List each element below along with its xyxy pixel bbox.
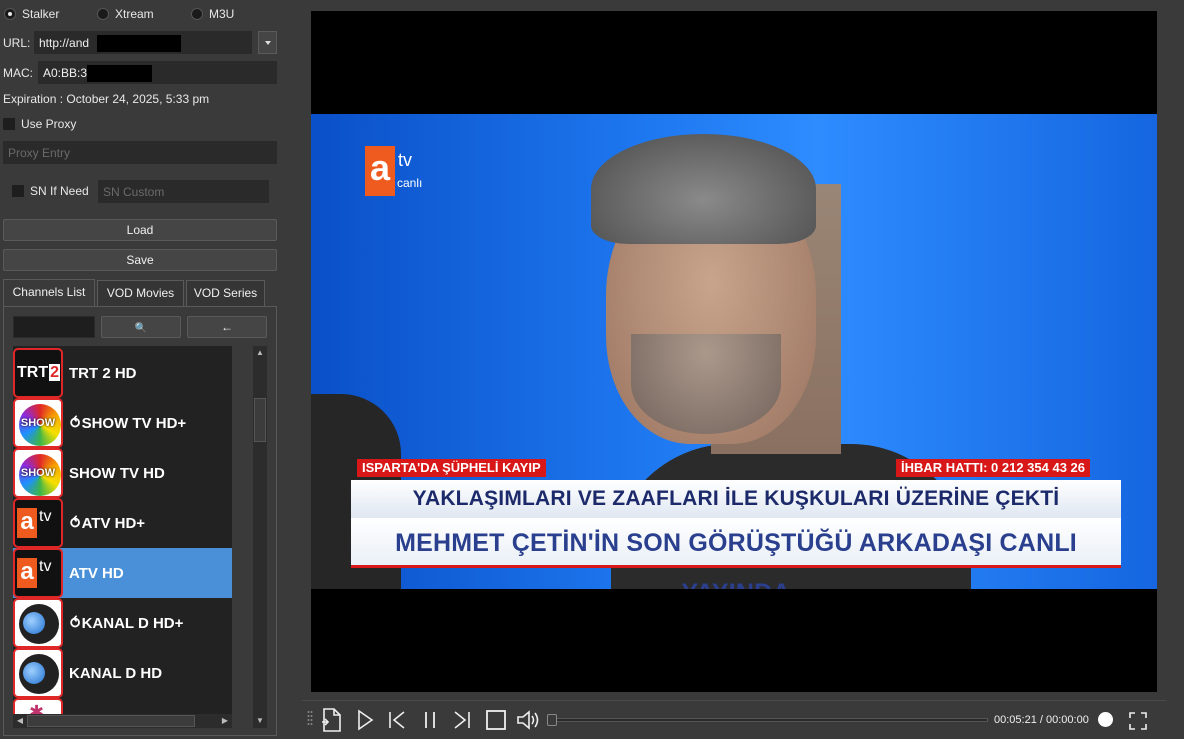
expiration-text: Expiration : October 24, 2025, 5:33 pm (3, 92, 210, 106)
show-logo-icon: SHOW (13, 448, 63, 498)
channel-name: ⥀SHOW TV HD+ (69, 415, 187, 432)
tab-channels-list[interactable]: Channels List (3, 279, 95, 307)
list-item[interactable]: ⥀KANAL D HD+ (13, 598, 232, 648)
channel-search-input[interactable] (13, 316, 95, 338)
radio-dot (97, 8, 109, 20)
list-item[interactable]: TRT 2 TRT 2 HD (13, 348, 232, 398)
star-logo-icon: ✱ (13, 698, 63, 714)
proxy-entry-input[interactable]: Proxy Entry (3, 141, 277, 164)
url-input[interactable]: http://and (34, 31, 252, 54)
headline-bottom-text: MEHMET ÇETİN'İN SON GÖRÜŞTÜĞÜ ARKADAŞI C… (395, 529, 1077, 589)
time-display: 00:05:21 / 00:00:00 (994, 714, 1089, 726)
chevron-down-icon (264, 41, 271, 45)
channel-name: KANAL D HD (69, 664, 163, 682)
channel-name: ⥀ATV HD+ (69, 515, 146, 532)
sn-if-need-checkbox[interactable]: SN If Need (12, 184, 89, 198)
channel-name: ⥀KANAL D HD+ (69, 615, 184, 632)
scroll-up-icon[interactable]: ▲ (253, 346, 267, 360)
scroll-left-icon[interactable]: ◀ (13, 714, 27, 728)
list-item[interactable]: SHOW ⥀SHOW TV HD+ (13, 398, 232, 448)
open-file-icon[interactable] (320, 706, 344, 734)
headline-top-band: YAKLAŞIMLARI VE ZAAFLARI İLE KUŞKULARI Ü… (351, 480, 1121, 518)
scroll-down-icon[interactable]: ▼ (253, 714, 267, 728)
scrollbar-thumb[interactable] (254, 398, 266, 442)
tab-vod-series[interactable]: VOD Series (186, 280, 265, 306)
ticker-left-label: ISPARTA'DA ŞÜPHELİ KAYIP (357, 459, 546, 477)
redaction-bar (87, 65, 152, 82)
presenter-figure (591, 134, 816, 244)
sn-placeholder: SN Custom (103, 185, 165, 199)
sn-if-need-label: SN If Need (30, 184, 89, 198)
presenter-figure (631, 334, 781, 434)
atv-logo-icon: a tv (13, 548, 63, 598)
atv-bug-live: canlı (397, 176, 423, 190)
play-icon[interactable] (354, 706, 376, 734)
list-item[interactable]: ✱ (13, 698, 232, 714)
atv-logo-icon: a tv (13, 498, 63, 548)
list-item-selected[interactable]: a tv ATV HD (13, 548, 232, 598)
show-logo-icon: SHOW (13, 398, 63, 448)
headline-top-text: YAKLAŞIMLARI VE ZAAFLARI İLE KUŞKULARI Ü… (412, 487, 1060, 510)
channel-list-horizontal-scrollbar[interactable]: ◀ ▶ (13, 714, 232, 728)
fullscreen-icon[interactable] (1127, 710, 1149, 732)
video-frame: a tv canlı ISPARTA'DA ŞÜPHELİ KAYIP İHBA… (311, 114, 1157, 589)
seek-handle[interactable] (547, 714, 557, 726)
trt2-logo-icon: TRT 2 (13, 348, 63, 398)
ticker-right-label: İHBAR HATTI: 0 212 354 43 26 (896, 459, 1090, 477)
checkbox-box (3, 118, 15, 130)
url-value: http://and (39, 36, 90, 50)
tab-vod-movies[interactable]: VOD Movies (97, 280, 184, 306)
stop-icon[interactable] (484, 706, 508, 734)
channel-list[interactable]: TRT 2 TRT 2 HD SHOW ⥀SHOW TV HD+ SHOW SHO… (13, 346, 232, 714)
kanald-logo-icon (13, 598, 63, 648)
channel-list-vertical-scrollbar[interactable]: ▲ ▼ (253, 346, 267, 728)
atv-bug-tv: tv (398, 150, 413, 170)
radio-dot (4, 8, 16, 20)
scroll-right-icon[interactable]: ▶ (218, 714, 232, 728)
list-item[interactable]: KANAL D HD (13, 648, 232, 698)
grip-icon (307, 710, 313, 728)
back-arrow-icon: ← (221, 320, 233, 334)
search-button[interactable]: 🔍 (101, 316, 181, 338)
use-proxy-label: Use Proxy (21, 117, 77, 131)
back-button[interactable]: ← (187, 316, 267, 338)
mac-value: A0:BB:3l (43, 66, 90, 80)
seek-slider[interactable] (547, 714, 988, 726)
radio-stalker[interactable]: Stalker (4, 7, 59, 21)
list-item[interactable]: a tv ⥀ATV HD+ (13, 498, 232, 548)
use-proxy-checkbox[interactable]: Use Proxy (3, 117, 76, 131)
mac-input[interactable]: A0:BB:3l (38, 61, 277, 84)
radio-xtream[interactable]: Xtream (97, 7, 154, 21)
radio-m3u[interactable]: M3U (191, 7, 234, 21)
radio-dot (191, 8, 203, 20)
video-player[interactable]: a tv canlı ISPARTA'DA ŞÜPHELİ KAYIP İHBA… (311, 11, 1157, 692)
next-icon[interactable] (451, 706, 473, 734)
save-button[interactable]: Save (3, 249, 277, 271)
radio-label: Stalker (22, 7, 60, 21)
pause-icon[interactable] (419, 706, 441, 734)
channel-name: SHOW TV HD (69, 464, 165, 482)
checkbox-box (12, 185, 24, 197)
url-dropdown-button[interactable] (258, 31, 277, 54)
volume-icon[interactable] (515, 706, 543, 734)
redaction-bar (97, 35, 181, 52)
list-item[interactable]: SHOW SHOW TV HD (13, 448, 232, 498)
scrollbar-thumb[interactable] (27, 715, 195, 727)
channel-name: ATV HD (69, 564, 124, 582)
atv-bug-letter: a (365, 146, 395, 196)
channel-name: TRT 2 HD (69, 364, 137, 382)
url-label: URL: (3, 36, 31, 50)
radio-label: Xtream (115, 7, 154, 21)
kanald-logo-icon (13, 648, 63, 698)
load-button[interactable]: Load (3, 219, 277, 241)
mac-label: MAC: (3, 66, 33, 80)
proxy-placeholder: Proxy Entry (8, 146, 71, 160)
sn-custom-input[interactable]: SN Custom (98, 180, 269, 203)
radio-label: M3U (209, 7, 235, 21)
previous-icon[interactable] (386, 706, 408, 734)
headline-bottom-band: MEHMET ÇETİN'İN SON GÖRÜŞTÜĞÜ ARKADAŞI C… (351, 518, 1121, 589)
volume-knob[interactable] (1098, 712, 1113, 727)
search-icon: 🔍 (134, 323, 148, 334)
